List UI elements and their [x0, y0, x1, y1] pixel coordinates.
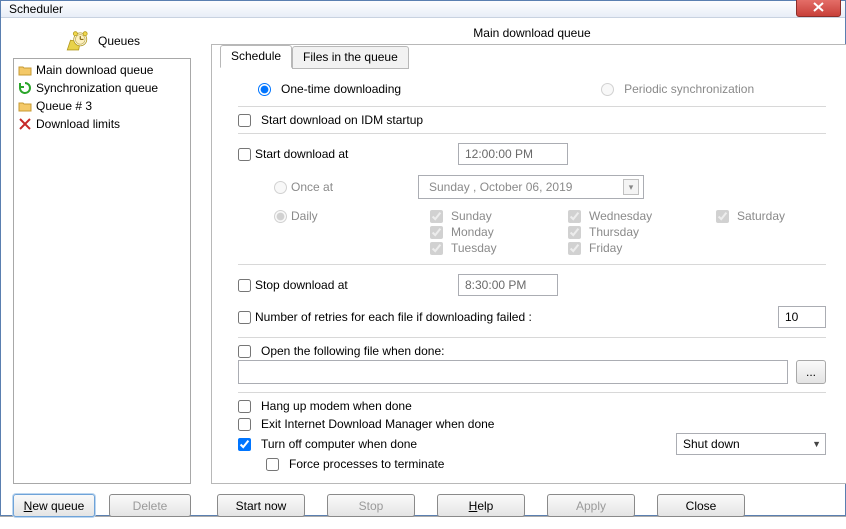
- tab-schedule[interactable]: Schedule: [220, 45, 292, 68]
- settings-panel: Main download queue Schedule Files in th…: [211, 24, 846, 517]
- daily-row: Daily Sunday Wednesday Saturday Monday T…: [238, 204, 826, 260]
- panel-title: Main download queue: [211, 26, 846, 40]
- tab-schedule-body: One-time downloading Periodic synchroniz…: [212, 68, 846, 483]
- start-time-input[interactable]: [458, 143, 568, 165]
- queue-item-sync[interactable]: Synchronization queue: [14, 79, 190, 97]
- stop-at-checkbox[interactable]: [238, 279, 251, 292]
- sync-icon: [18, 81, 32, 95]
- folder-icon: [18, 63, 32, 77]
- once-radio[interactable]: Once at: [274, 180, 408, 194]
- days-grid: Sunday Wednesday Saturday Monday Thursda…: [430, 209, 826, 255]
- queue-item-main[interactable]: Main download queue: [14, 61, 190, 79]
- tabs: Schedule Files in the queue: [220, 44, 846, 67]
- day-thursday[interactable]: Thursday: [568, 225, 688, 239]
- action-buttons: Start now Stop Help Apply Close: [211, 494, 846, 517]
- browse-button[interactable]: ...: [796, 360, 826, 384]
- delete-queue-button[interactable]: Delete: [109, 494, 191, 517]
- clock-icon: [64, 29, 90, 53]
- folder-icon: [18, 99, 32, 113]
- once-row: Once at Sunday , October 06, 2019 ▾: [238, 170, 826, 204]
- limits-icon: [18, 117, 32, 131]
- queue-item-limits[interactable]: Download limits: [14, 115, 190, 133]
- day-wednesday[interactable]: Wednesday: [568, 209, 688, 223]
- divider: [238, 337, 826, 338]
- queue-label: Download limits: [36, 116, 120, 132]
- day-friday[interactable]: Friday: [568, 241, 688, 255]
- divider: [238, 106, 826, 107]
- mode-row: One-time downloading Periodic synchroniz…: [238, 78, 826, 102]
- force-checkbox[interactable]: [266, 458, 279, 471]
- stop-at-row: Stop download at: [238, 269, 826, 301]
- help-button[interactable]: Help: [437, 494, 525, 517]
- exit-idm-row: Exit Internet Download Manager when done: [238, 415, 826, 433]
- stop-button[interactable]: Stop: [327, 494, 415, 517]
- chevron-down-icon[interactable]: ▾: [623, 179, 639, 195]
- queue-label: Synchronization queue: [36, 80, 158, 96]
- open-file-checkbox[interactable]: [238, 345, 251, 358]
- queue-item-3[interactable]: Queue # 3: [14, 97, 190, 115]
- tab-files[interactable]: Files in the queue: [292, 46, 409, 69]
- startup-checkbox[interactable]: [238, 114, 251, 127]
- day-monday[interactable]: Monday: [430, 225, 540, 239]
- retries-row: Number of retries for each file if downl…: [238, 301, 826, 333]
- queues-title: Queues: [98, 34, 140, 48]
- divider: [238, 133, 826, 134]
- open-file-row: ...: [238, 360, 826, 384]
- start-at-row: Start download at: [238, 138, 826, 170]
- force-row: Force processes to terminate: [238, 455, 826, 473]
- panel-frame: Schedule Files in the queue One-time dow…: [211, 44, 846, 484]
- periodic-radio[interactable]: Periodic synchronization: [601, 82, 754, 96]
- startup-checkbox-row: Start download on IDM startup: [238, 111, 826, 129]
- chevron-down-icon: ▼: [812, 439, 821, 449]
- shutdown-select[interactable]: Shut down ▼: [676, 433, 826, 455]
- turnoff-checkbox[interactable]: [238, 438, 251, 451]
- day-saturday[interactable]: Saturday: [716, 209, 826, 223]
- divider: [238, 392, 826, 393]
- queue-label: Main download queue: [36, 62, 153, 78]
- sidebar-buttons: New queue Delete: [13, 494, 191, 517]
- retries-checkbox[interactable]: [238, 311, 251, 324]
- queue-list[interactable]: Main download queue Synchronization queu…: [13, 58, 191, 484]
- once-date-picker[interactable]: Sunday , October 06, 2019 ▾: [418, 175, 644, 199]
- close-icon[interactable]: [796, 0, 841, 17]
- queues-sidebar: Queues Main download queue Synchronizati…: [13, 24, 191, 517]
- start-now-button[interactable]: Start now: [217, 494, 305, 517]
- hangup-checkbox[interactable]: [238, 400, 251, 413]
- one-time-radio[interactable]: One-time downloading: [258, 82, 401, 96]
- turnoff-row: Turn off computer when done Shut down ▼: [238, 433, 826, 455]
- hangup-row: Hang up modem when done: [238, 397, 826, 415]
- titlebar: Scheduler: [1, 1, 845, 18]
- day-sunday[interactable]: Sunday: [430, 209, 540, 223]
- window-title: Scheduler: [9, 2, 796, 16]
- queues-header: Queues: [13, 24, 191, 56]
- daily-radio[interactable]: Daily: [274, 209, 408, 223]
- start-at-checkbox[interactable]: [238, 148, 251, 161]
- scheduler-window: Scheduler Queues: [0, 0, 846, 516]
- open-file-input[interactable]: [238, 360, 788, 384]
- exit-idm-checkbox[interactable]: [238, 418, 251, 431]
- content-area: Queues Main download queue Synchronizati…: [1, 18, 845, 529]
- retries-input[interactable]: [778, 306, 826, 328]
- day-tuesday[interactable]: Tuesday: [430, 241, 540, 255]
- open-file-checkbox-row: Open the following file when done:: [238, 342, 826, 360]
- close-button[interactable]: Close: [657, 494, 745, 517]
- queue-label: Queue # 3: [36, 98, 92, 114]
- stop-time-input[interactable]: [458, 274, 558, 296]
- divider: [238, 264, 826, 265]
- new-queue-button[interactable]: New queue: [13, 494, 95, 517]
- apply-button[interactable]: Apply: [547, 494, 635, 517]
